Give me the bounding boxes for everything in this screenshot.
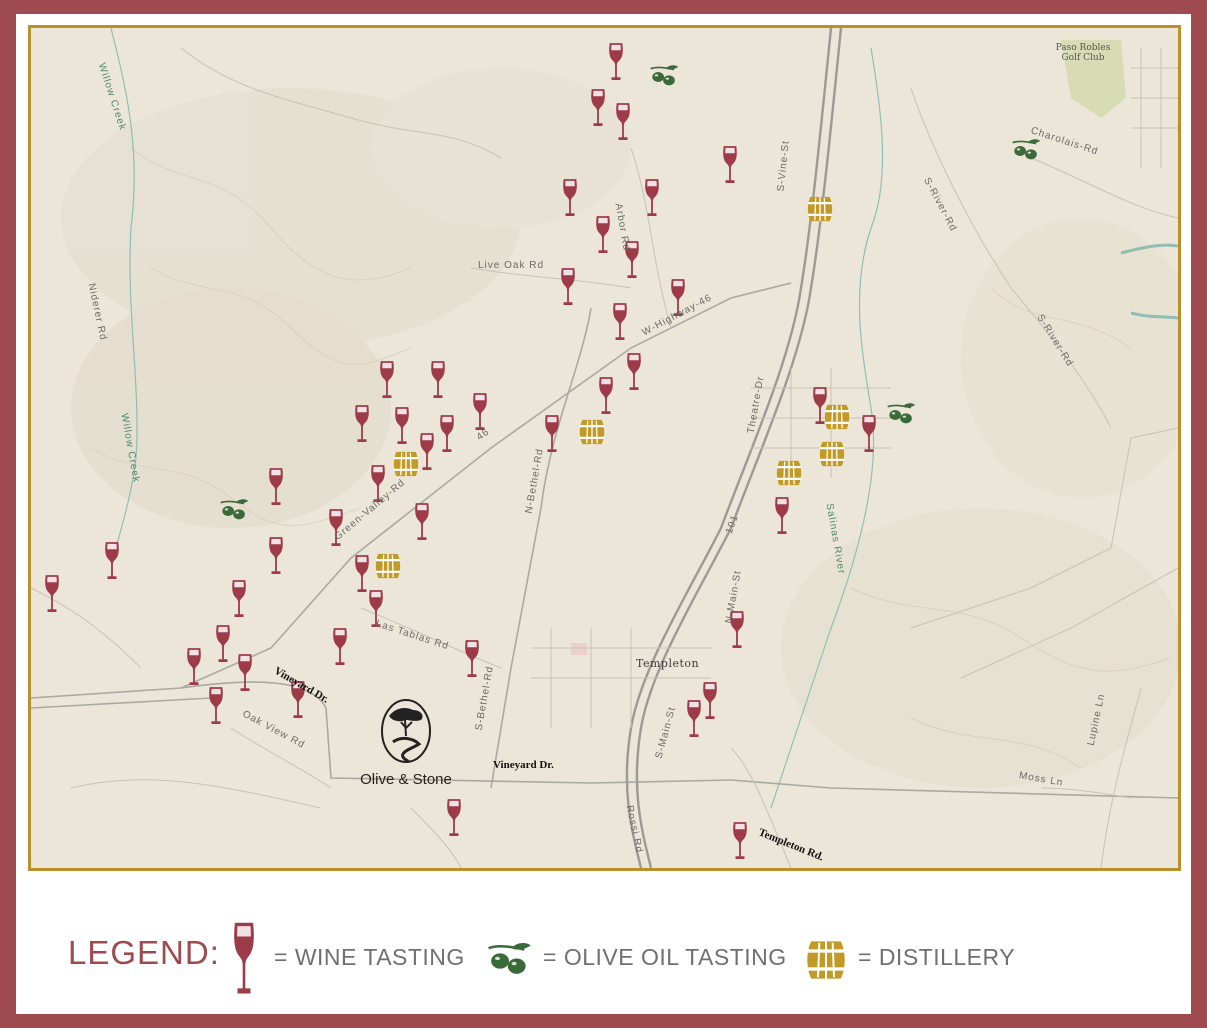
olive-branch-icon[interactable] — [1011, 138, 1041, 161]
olive-branch-icon[interactable] — [886, 402, 916, 425]
wine-glass-icon[interactable] — [105, 542, 119, 579]
wine-glass-icon[interactable] — [238, 654, 252, 691]
legend-distillery: = DISTILLERY — [858, 944, 1016, 970]
wine-glass-icon[interactable] — [703, 682, 717, 719]
legend-olive-oil-tasting: = OLIVE OIL TASTING — [543, 944, 787, 970]
wine-glass-icon[interactable] — [269, 537, 283, 574]
wine-glass-icon[interactable] — [609, 43, 623, 80]
wine-glass-icon[interactable] — [333, 628, 347, 665]
wine-glass-icon[interactable] — [613, 303, 627, 340]
barrel-icon[interactable] — [824, 404, 850, 430]
barrel-icon[interactable] — [579, 419, 605, 445]
olive-branch-icon[interactable] — [649, 64, 679, 87]
wine-glass-icon[interactable] — [723, 146, 737, 183]
wine-glass-icon[interactable] — [687, 700, 701, 737]
label-templeton: Templeton — [636, 657, 700, 670]
wine-glass-icon[interactable] — [420, 433, 434, 470]
map-frame[interactable]: Willow Creek Willow Creek Niderer Rd Liv… — [28, 25, 1181, 871]
legend-title: LEGEND: — [68, 934, 220, 971]
wine-glass-icon[interactable] — [355, 555, 369, 592]
legend-wine-tasting: = WINE TASTING — [274, 944, 465, 970]
map-canvas — [31, 28, 1178, 868]
wine-glass-icon[interactable] — [431, 361, 445, 398]
brand-name: Olive & Stone — [360, 771, 452, 788]
olive-and-stone-logo — [381, 699, 431, 764]
wine-glass-icon[interactable] — [395, 407, 409, 444]
label-paso-robles-golf-club: Paso Robles Golf Club — [1055, 43, 1111, 63]
olive-and-stone-location[interactable]: Olive & Stone — [351, 698, 461, 788]
olive-branch-icon — [486, 941, 532, 981]
wine-glass-icon[interactable] — [465, 640, 479, 677]
wine-glass-icon[interactable] — [440, 415, 454, 452]
barrel-icon[interactable] — [776, 460, 802, 486]
label-vineyard-dr-south: Vineyard Dr. — [493, 759, 554, 771]
barrel-icon[interactable] — [393, 451, 419, 477]
wine-glass-icon[interactable] — [645, 179, 659, 216]
wine-glass-icon[interactable] — [45, 575, 59, 612]
wine-glass-icon[interactable] — [415, 503, 429, 540]
barrel-icon — [806, 937, 846, 983]
terrain — [61, 68, 1178, 788]
wine-glass-icon[interactable] — [561, 268, 575, 305]
barrel-icon[interactable] — [375, 553, 401, 579]
barrel-icon[interactable] — [807, 196, 833, 222]
wine-glass-icon[interactable] — [473, 393, 487, 430]
wine-glass-icon[interactable] — [596, 216, 610, 253]
barrel-icon[interactable] — [819, 441, 845, 467]
wine-glass-icon — [231, 921, 257, 997]
wine-glass-icon[interactable] — [447, 799, 461, 836]
wine-glass-icon[interactable] — [216, 625, 230, 662]
wine-glass-icon[interactable] — [209, 687, 223, 724]
wine-glass-icon[interactable] — [599, 377, 613, 414]
legend: LEGEND: = WINE TASTING = OLIVE OIL TASTI… — [16, 869, 1191, 1014]
label-live-oak-rd: Live Oak Rd — [478, 260, 545, 271]
map-poster: Willow Creek Willow Creek Niderer Rd Liv… — [16, 14, 1191, 1014]
wine-glass-icon[interactable] — [627, 353, 641, 390]
wine-glass-icon[interactable] — [232, 580, 246, 617]
wine-glass-icon[interactable] — [733, 822, 747, 859]
wine-glass-icon[interactable] — [775, 497, 789, 534]
